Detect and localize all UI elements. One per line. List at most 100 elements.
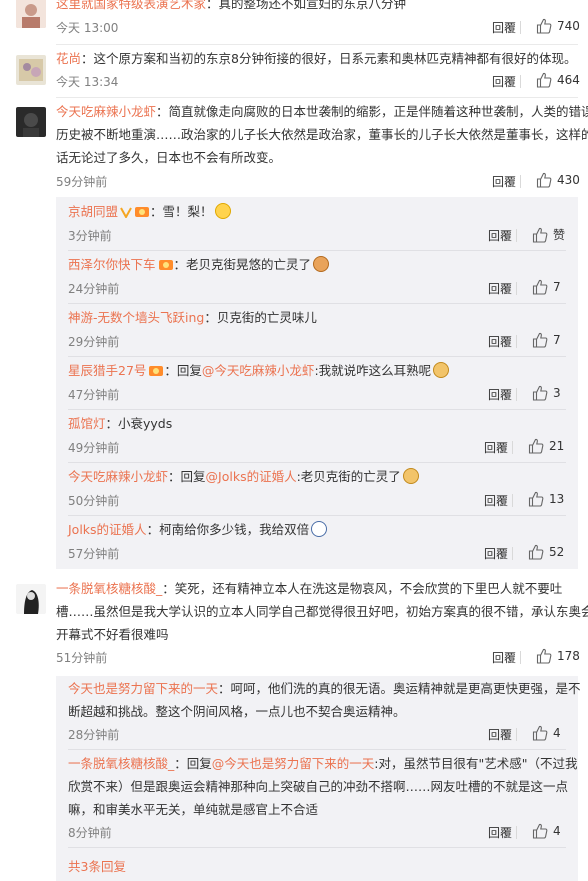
user-avatar[interactable] (16, 0, 46, 28)
mention-link[interactable]: @今天吃麻辣小龙虾 (202, 363, 315, 378)
comment-username[interactable]: 这里就国家特级表演艺术家 (56, 0, 206, 11)
like-count: 7 (553, 333, 561, 347)
like-button[interactable]: 52 (528, 544, 564, 560)
sub-reply-username[interactable]: 今天也是努力留下来的一天 (68, 681, 218, 696)
divider (512, 547, 513, 560)
reply-button[interactable]: 回覆 (492, 19, 516, 36)
sub-reply: Jolks的证婚人：柯南给你多少钱，我给双倍 (68, 518, 328, 542)
comment-time: 51分钟前 (56, 651, 108, 665)
comment-username[interactable]: 今天吃麻辣小龙虾 (56, 104, 156, 119)
reply-button[interactable]: 回覆 (488, 227, 512, 244)
reply-button[interactable]: 回覆 (488, 280, 512, 297)
user-avatar[interactable] (16, 107, 46, 137)
sub-reply-time: 50分钟前 (68, 494, 120, 508)
reply-button[interactable]: 回覆 (488, 333, 512, 350)
like-button[interactable]: 464 (536, 72, 580, 88)
reply-button[interactable]: 回覆 (484, 545, 508, 562)
comment-username[interactable]: 一条脱氧核糖核酸_ (56, 581, 162, 596)
thumbs-up-icon (532, 385, 548, 401)
comment-text-line: 槽……虽然但是我大学认识的立本人同学自己都觉得很丑好吧，初始方案真的很不错，承认… (56, 604, 588, 619)
sub-reply-text-line: 断超越和挑战。整这个阴间风格，一点儿也不契合奥运精神。 (68, 704, 406, 719)
user-avatar[interactable] (16, 55, 46, 85)
sub-reply-text-line: :对，虽然节目很有"艺术感"（不过我 (374, 756, 578, 771)
sub-reply: 神游-无数个墙头飞跃ing：贝克街的亡灵味儿 (68, 306, 317, 330)
sub-reply: 一条脱氧核糖核酸_：回复@今天也是努力留下来的一天:对，虽然节目很有"艺术感"（… (68, 752, 578, 776)
sub-reply-text-line: ：呵呵，他们洗的真的很无语。奥运精神就是更高更快更强，是不 (218, 681, 581, 696)
like-count: 52 (549, 545, 565, 559)
thumbs-up-icon (528, 544, 544, 560)
like-button[interactable]: 430 (536, 172, 580, 188)
sub-reply-text: ：柯南给你多少钱，我给双倍 (146, 522, 310, 537)
doge-emoji-icon (313, 256, 330, 272)
divider (516, 229, 517, 242)
sub-reply-username[interactable]: 一条脱氧核糖核酸_ (68, 756, 174, 771)
sub-reply-username[interactable]: 京胡同盟 (68, 204, 118, 219)
sub-reply-time: 29分钟前 (68, 335, 120, 349)
sub-reply-username[interactable]: 孤馆灯 (68, 416, 106, 431)
reply-button[interactable]: 回覆 (484, 492, 508, 509)
divider (520, 175, 521, 188)
like-count: 13 (549, 492, 565, 506)
like-count: 21 (549, 439, 565, 453)
sub-reply-username[interactable]: 西泽尔你快下车 (68, 257, 156, 272)
thumbs-up-icon (528, 491, 544, 507)
divider (68, 356, 566, 357)
reply-button[interactable]: 回覆 (492, 173, 516, 190)
like-button[interactable]: 7 (532, 332, 561, 348)
sub-reply-text: :老贝克街的亡灵了 (296, 469, 401, 484)
like-count: 430 (557, 173, 580, 187)
sub-reply-username[interactable]: Jolks的证婚人 (68, 522, 147, 537)
thumbs-up-icon (532, 279, 548, 295)
mention-link[interactable]: @今天也是努力留下来的一天 (212, 756, 375, 771)
like-button[interactable]: 4 (532, 725, 561, 741)
reply-button[interactable]: 回覆 (488, 386, 512, 403)
like-button[interactable]: 21 (528, 438, 564, 454)
like-button[interactable]: 178 (536, 648, 580, 664)
avatar-image (16, 107, 46, 137)
reply-button[interactable]: 回覆 (492, 73, 516, 90)
sub-reply-username[interactable]: 星辰猎手27号 (68, 363, 146, 378)
sub-reply-time: 24分钟前 (68, 282, 120, 296)
sub-reply-text-line: 欣赏不来）但是跟奥运会精神那种向上突破自己的冲劲不搭啊……网友吐槽的不就是这一点 (68, 779, 569, 794)
like-button[interactable]: 赞 (532, 226, 565, 243)
sub-reply: 京胡同盟 ：雪！梨！ (68, 200, 231, 226)
divider (516, 282, 517, 295)
sub-reply-username[interactable]: 今天吃麻辣小龙虾 (68, 469, 168, 484)
comment-text-line: ：简直就像走向腐败的日本世袭制的缩影，正是伴随着这种世袭制，人类的错误 (156, 104, 588, 119)
sub-reply-username[interactable]: 神游-无数个墙头飞跃ing (68, 310, 204, 325)
sub-reply-text: :我就说咋这么耳熟呢 (314, 363, 432, 378)
reply-button[interactable]: 回覆 (488, 824, 512, 841)
divider (68, 515, 566, 516)
like-button[interactable]: 4 (532, 823, 561, 839)
sub-reply-time: 49分钟前 (68, 441, 120, 455)
like-count: 7 (553, 280, 561, 294)
like-button[interactable]: 7 (532, 279, 561, 295)
doge-emoji-icon (402, 468, 419, 484)
divider (516, 728, 517, 741)
reply-button[interactable]: 回覆 (488, 726, 512, 743)
divider (512, 441, 513, 454)
divider (520, 75, 521, 88)
comment-text-line: 开幕式不好看很难吗 (56, 627, 169, 642)
comment-username[interactable]: 花尚 (56, 51, 81, 66)
like-button[interactable]: 3 (532, 385, 561, 401)
thumbs-up-icon (532, 227, 548, 243)
user-avatar[interactable] (16, 584, 46, 614)
like-count: 4 (553, 824, 561, 838)
like-count: 4 (553, 726, 561, 740)
member-badge-icon (134, 202, 150, 226)
sub-reply: 孤馆灯：小衰yyds (68, 412, 172, 436)
comment-time: 今天 13:34 (56, 75, 119, 89)
reply-button[interactable]: 回覆 (492, 649, 516, 666)
thumbs-up-icon (528, 438, 544, 454)
like-button[interactable]: 13 (528, 491, 564, 507)
like-button[interactable]: 740 (536, 18, 580, 34)
divider (516, 826, 517, 839)
thumbs-up-icon (536, 648, 552, 664)
divider (68, 409, 566, 410)
mention-link[interactable]: @Jolks的证婚人 (206, 469, 297, 484)
view-more-replies-link[interactable]: 共3条回复 (68, 856, 126, 875)
reply-button[interactable]: 回覆 (484, 439, 508, 456)
thumbs-up-icon (532, 725, 548, 741)
comment-time: 今天 13:00 (56, 21, 119, 35)
